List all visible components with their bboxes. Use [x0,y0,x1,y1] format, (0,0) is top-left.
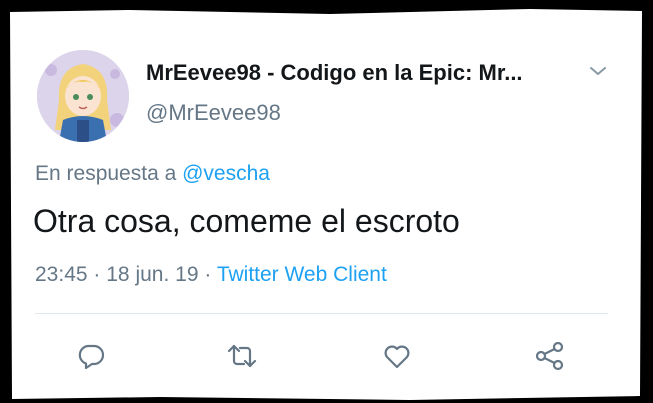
share-icon [535,341,564,371]
retweet-icon [227,344,257,368]
meta-separator: · [204,263,212,286]
chevron-down-icon[interactable] [588,64,608,78]
meta-separator: · [93,263,101,286]
like-icon [384,345,410,369]
reply-button[interactable] [73,338,109,374]
tweet-date[interactable]: 18 jun. 19 [106,263,198,286]
user-handle[interactable]: @MrEevee98 [146,100,281,126]
like-button[interactable] [379,338,415,374]
divider [35,313,608,314]
avatar-illustration [37,50,129,142]
client-link[interactable]: Twitter Web Client [217,263,387,286]
tweet-card: MrEevee98 - Codigo en la Epic: Mr... @Mr… [10,9,642,400]
reply-icon [78,344,105,370]
reply-mention-link[interactable]: @vescha [182,162,270,185]
tweet-meta: 23:45 · 18 jun. 19 · Twitter Web Client [35,263,387,287]
avatar[interactable] [37,50,129,142]
tweet-text: Otra cosa, comeme el escroto [33,203,460,239]
display-name[interactable]: MrEevee98 - Codigo en la Epic: Mr... [146,60,566,86]
tweet-time[interactable]: 23:45 [35,263,88,286]
reply-context: En respuesta a @vescha [35,162,270,186]
retweet-button[interactable] [224,338,260,374]
reply-prefix: En respuesta a [35,162,177,185]
share-button[interactable] [532,338,568,374]
